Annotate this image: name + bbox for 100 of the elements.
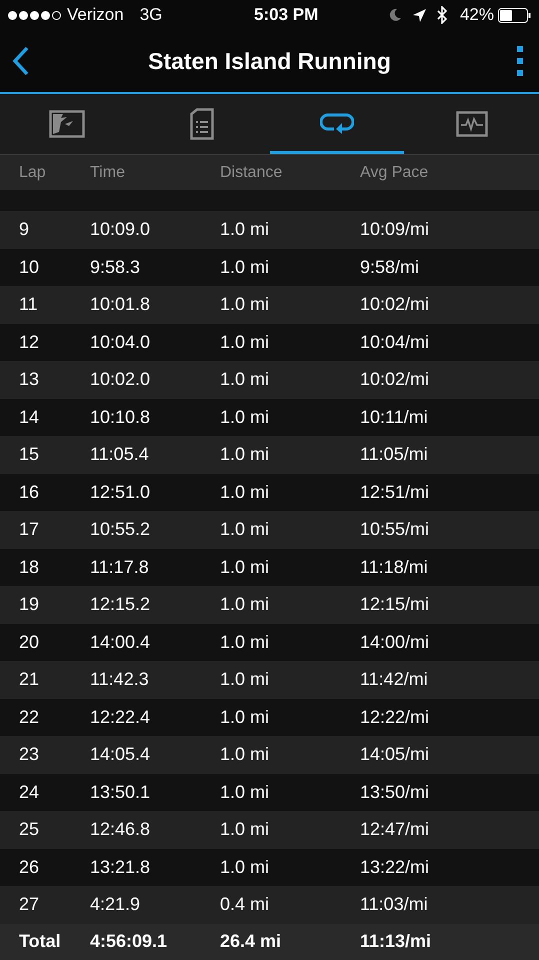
- table-cell: 13:50/mi: [360, 782, 430, 802]
- chart-icon: [456, 111, 488, 137]
- table-cell: 26: [19, 856, 40, 877]
- table-cell: 1.0 mi: [220, 219, 270, 240]
- total-cell: 11:13/mi: [360, 931, 432, 952]
- table-cell: 24: [19, 782, 40, 802]
- table-cell: 1.0 mi: [220, 632, 270, 652]
- table-cell: 14:00/mi: [360, 632, 430, 652]
- table-cell: 1.0 mi: [220, 256, 270, 277]
- table-cell: 12:15/mi: [360, 594, 430, 614]
- bluetooth-icon: [436, 6, 448, 24]
- location-arrow-icon: [412, 8, 427, 22]
- table-cell: 11:17.8: [90, 556, 149, 577]
- table-cell: 11:05/mi: [360, 444, 428, 464]
- table-cell: 1.0 mi: [220, 519, 270, 540]
- table-cell: 9:58/mi: [360, 256, 420, 277]
- table-cell: 12:22/mi: [360, 706, 430, 727]
- table-cell: 14:00.4: [90, 632, 150, 652]
- table-cell: 10:02/mi: [360, 294, 430, 314]
- table-cell: 1.0 mi: [220, 782, 270, 802]
- table-cell: 25: [19, 819, 40, 840]
- table-cell: 1.0 mi: [220, 369, 270, 390]
- loop-arrow-icon: [320, 110, 354, 134]
- table-cell: 12:47/mi: [360, 819, 430, 840]
- table-cell: 13:21.8: [90, 856, 150, 877]
- table-cell: 12:51/mi: [360, 482, 430, 502]
- table-cell: 10:02.0: [90, 369, 150, 390]
- table-cell: 1.0 mi: [220, 482, 270, 502]
- more-vertical-icon: [517, 46, 523, 76]
- table-cell: 1.0 mi: [220, 294, 270, 314]
- total-cell: 26.4 mi: [220, 931, 282, 952]
- table-cell: 11:18/mi: [360, 556, 428, 577]
- table-cell: 12:51.0: [90, 482, 150, 502]
- table-cell: 12:22.4: [90, 706, 150, 727]
- table-cell: 1.0 mi: [220, 444, 270, 464]
- back-chevron-icon: [12, 46, 30, 76]
- table-cell: 15: [19, 444, 40, 464]
- clock: 5:03 PM: [254, 4, 318, 26]
- column-header: Lap: [19, 164, 46, 180]
- table-cell: 10:02/mi: [360, 369, 430, 390]
- table-cell: 1.0 mi: [220, 406, 270, 427]
- document-icon: [190, 108, 214, 140]
- table-cell: 11:03/mi: [360, 894, 428, 914]
- table-cell: 11: [19, 294, 38, 314]
- table-cell: 10:10.8: [90, 406, 150, 427]
- table-cell: 23: [19, 744, 40, 764]
- table-cell: 11:42/mi: [360, 669, 428, 690]
- table-cell: 11:05.4: [90, 444, 149, 464]
- table-cell: 18: [19, 556, 40, 577]
- table-cell: 16: [19, 482, 40, 502]
- table-cell: 13:22/mi: [360, 856, 430, 877]
- total-cell: Total: [19, 931, 61, 952]
- table-cell: 22: [19, 706, 40, 727]
- table-cell: 1.0 mi: [220, 744, 270, 764]
- map-icon: [49, 110, 86, 138]
- table-cell: 17: [19, 519, 40, 540]
- table-cell: 10: [19, 256, 40, 277]
- network-label: 3G: [140, 4, 162, 26]
- table-cell: 13:50.1: [90, 782, 150, 802]
- table-cell: 27: [19, 894, 40, 914]
- table-cell: 10:04.0: [90, 332, 150, 352]
- table-cell: 1.0 mi: [220, 556, 270, 577]
- table-cell: 1.0 mi: [220, 706, 270, 727]
- table-cell: 0.4 mi: [220, 894, 270, 914]
- table-cell: 14:05/mi: [360, 744, 430, 764]
- battery-icon: [498, 8, 531, 22]
- screen-title: Staten Island Running: [148, 46, 391, 76]
- total-cell: 4:56:09.1: [90, 931, 168, 952]
- column-header: Time: [90, 164, 125, 180]
- table-cell: 10:01.8: [90, 294, 150, 314]
- table-cell: 13: [19, 369, 40, 390]
- carrier-label: Verizon: [67, 4, 124, 26]
- table-cell: 10:55.2: [90, 519, 150, 540]
- table-cell: 19: [19, 594, 40, 614]
- table-cell: 12:15.2: [90, 594, 150, 614]
- table-cell: 10:55/mi: [360, 519, 430, 540]
- column-header: Distance: [220, 164, 282, 180]
- table-cell: 14:05.4: [90, 744, 150, 764]
- table-cell: 1.0 mi: [220, 594, 270, 614]
- table-cell: 4:21.9: [90, 894, 140, 914]
- table-cell: 12: [19, 332, 40, 352]
- table-cell: 11:42.3: [90, 669, 149, 690]
- table-cell: 10:09/mi: [360, 219, 430, 240]
- table-cell: 1.0 mi: [220, 332, 270, 352]
- table-cell: 10:11/mi: [360, 406, 428, 427]
- table-cell: 12:46.8: [90, 819, 150, 840]
- table-cell: 1.0 mi: [220, 856, 270, 877]
- table-cell: 14: [19, 406, 40, 427]
- table-cell: 9:58.3: [90, 256, 140, 277]
- battery-percent: 42%: [460, 4, 494, 26]
- table-cell: 9: [19, 219, 30, 240]
- moon-icon: [388, 8, 402, 22]
- table-cell: 21: [19, 669, 40, 690]
- table-cell: 20: [19, 632, 40, 652]
- table-cell: 10:09.0: [90, 219, 150, 240]
- table-cell: 1.0 mi: [220, 669, 270, 690]
- table-cell: 10:04/mi: [360, 332, 430, 352]
- column-header: Avg Pace: [360, 164, 428, 180]
- signal-icon: [8, 10, 61, 20]
- table-cell: 1.0 mi: [220, 819, 270, 840]
